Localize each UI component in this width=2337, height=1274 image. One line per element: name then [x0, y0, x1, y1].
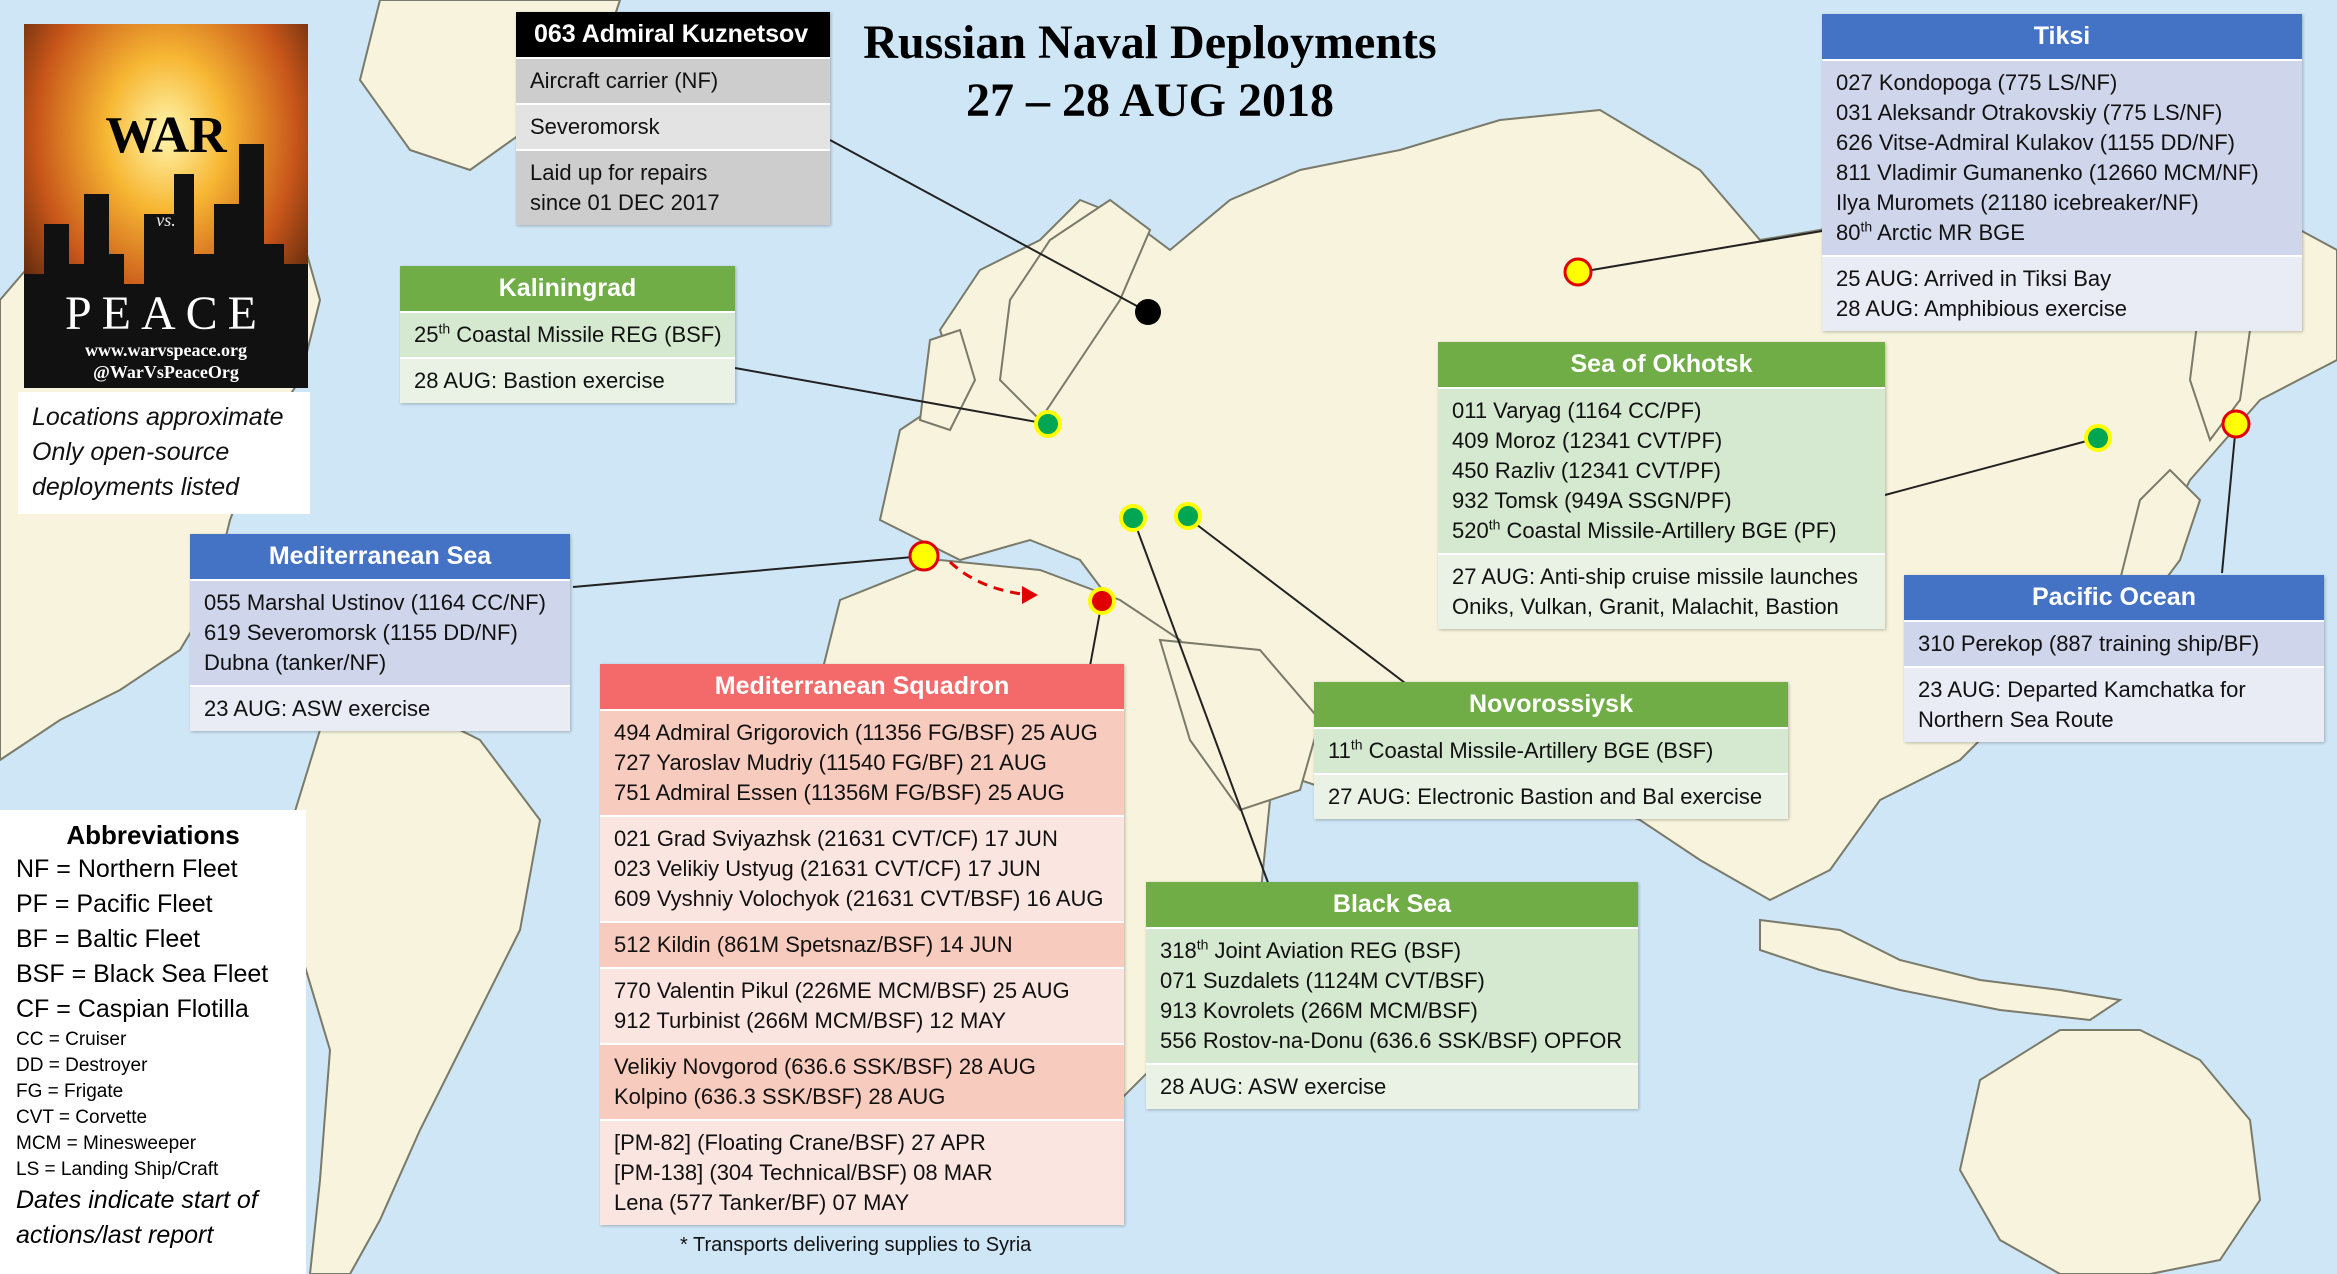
kaliningrad-event: 28 AUG: Bastion exercise [400, 357, 735, 403]
squadron-group-4: 770 Valentin Pikul (226ME MCM/BSF) 25 AU… [600, 967, 1124, 1043]
war-vs-peace-logo: WAR vs. PEACE www.warvspeace.org @WarVsP… [24, 24, 308, 388]
okhotsk-ships: 011 Varyag (1164 CC/PF) 409 Moroz (12341… [1438, 387, 1885, 553]
mediterranean-event: 23 AUG: ASW exercise [190, 685, 570, 731]
note-line1: Locations approximate [32, 403, 284, 431]
squadron-header: Mediterranean Squadron [600, 664, 1124, 709]
mediterranean-ships: 055 Marshal Ustinov (1164 CC/NF) 619 Sev… [190, 579, 570, 685]
marker-novorossiysk [1174, 502, 1202, 530]
marker-okhotsk [2084, 424, 2112, 452]
logo-vs: vs. [156, 210, 176, 230]
squadron-box: Mediterranean Squadron 494 Admiral Grigo… [600, 664, 1124, 1225]
novorossiysk-header: Novorossiysk [1314, 682, 1788, 727]
marker-tiksi [1563, 257, 1593, 287]
blacksea-box: Black Sea 318th Joint Aviation REG (BSF)… [1146, 882, 1638, 1109]
kaliningrad-box: Kaliningrad 25th Coastal Missile REG (BS… [400, 266, 735, 403]
pacific-ship: 310 Perekop (887 training ship/BF) [1904, 620, 2324, 666]
kuznetsov-status: Laid up for repairs since 01 DEC 2017 [516, 149, 830, 225]
note-line2: Only open-source [32, 438, 230, 466]
novorossiysk-unit: 11th Coastal Missile-Artillery BGE (BSF) [1314, 727, 1788, 773]
kaliningrad-unit: 25th Coastal Missile REG (BSF) [400, 311, 735, 357]
logo-peace: PEACE [64, 287, 267, 340]
kaliningrad-header: Kaliningrad [400, 266, 735, 311]
novorossiysk-event: 27 AUG: Electronic Bastion and Bal exerc… [1314, 773, 1788, 819]
pacific-box: Pacific Ocean 310 Perekop (887 training … [1904, 575, 2324, 742]
blacksea-header: Black Sea [1146, 882, 1638, 927]
transports-footnote: * Transports delivering supplies to Syri… [680, 1234, 1032, 1256]
map-title: Russian Naval Deployments 27 – 28 AUG 20… [790, 14, 1510, 130]
kuznetsov-header: 063 Admiral Kuznetsov [516, 12, 830, 57]
okhotsk-header: Sea of Okhotsk [1438, 342, 1885, 387]
squadron-group-6: [PM-82] (Floating Crane/BSF) 27 APR [PM-… [600, 1119, 1124, 1225]
tiksi-events: 25 AUG: Arrived in Tiksi Bay 28 AUG: Amp… [1822, 255, 2302, 331]
novorossiysk-box: Novorossiysk 11th Coastal Missile-Artill… [1314, 682, 1788, 819]
marker-mediterranean [908, 540, 940, 572]
blacksea-event: 28 AUG: ASW exercise [1146, 1063, 1638, 1109]
tiksi-box: Tiksi 027 Kondopoga (775 LS/NF) 031 Alek… [1822, 14, 2302, 331]
abbreviations-title: Abbreviations [66, 820, 240, 850]
marker-kuznetsov [1135, 299, 1161, 325]
title-line2: 27 – 28 AUG 2018 [965, 74, 1334, 127]
marker-kaliningrad [1034, 410, 1062, 438]
okhotsk-box: Sea of Okhotsk 011 Varyag (1164 CC/PF) 4… [1438, 342, 1885, 629]
logo-war: WAR [105, 107, 227, 164]
pacific-events: 23 AUG: Departed Kamchatka for Northern … [1904, 666, 2324, 742]
blacksea-units: 318th Joint Aviation REG (BSF) 071 Suzda… [1146, 927, 1638, 1063]
note-line3: deployments listed [32, 473, 240, 501]
kuznetsov-location: Severomorsk [516, 103, 830, 149]
squadron-group-1: 494 Admiral Grigorovich (11356 FG/BSF) 2… [600, 709, 1124, 815]
locations-note: Locations approximate Only open-source d… [32, 400, 284, 505]
marker-blacksea [1119, 504, 1147, 532]
squadron-group-5: Velikiy Novgorod (636.6 SSK/BSF) 28 AUG … [600, 1043, 1124, 1119]
squadron-group-3: 512 Kildin (861M Spetsnaz/BSF) 14 JUN [600, 921, 1124, 967]
tiksi-header: Tiksi [1822, 14, 2302, 59]
mediterranean-box: Mediterranean Sea 055 Marshal Ustinov (1… [190, 534, 570, 731]
mediterranean-header: Mediterranean Sea [190, 534, 570, 579]
squadron-group-2: 021 Grad Sviyazhsk (21631 CVT/CF) 17 JUN… [600, 815, 1124, 921]
title-line1: Russian Naval Deployments [863, 16, 1437, 69]
pacific-header: Pacific Ocean [1904, 575, 2324, 620]
logo-handle: @WarVsPeaceOrg [93, 362, 239, 382]
kuznetsov-type: Aircraft carrier (NF) [516, 57, 830, 103]
okhotsk-events: 27 AUG: Anti-ship cruise missile launche… [1438, 553, 1885, 629]
kuznetsov-box: 063 Admiral Kuznetsov Aircraft carrier (… [516, 12, 830, 225]
marker-pacific [2221, 409, 2251, 439]
abbreviations-legend: Abbreviations NF = Northern Fleet PF = P… [0, 810, 306, 1274]
marker-squadron [1088, 587, 1116, 615]
tiksi-ships: 027 Kondopoga (775 LS/NF) 031 Aleksandr … [1822, 59, 2302, 255]
logo-url: www.warvspeace.org [85, 340, 247, 360]
